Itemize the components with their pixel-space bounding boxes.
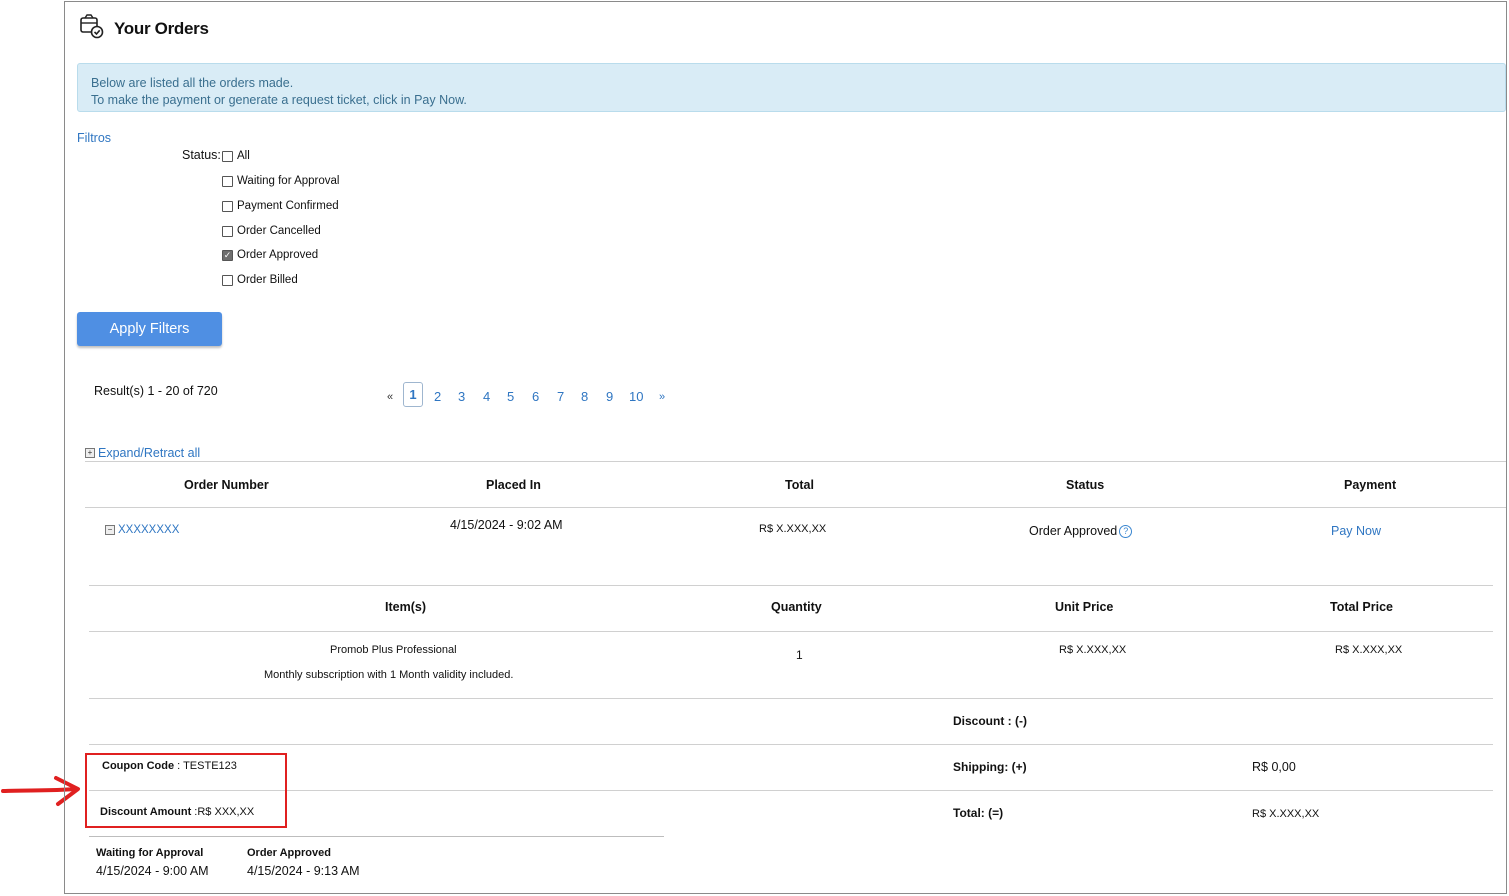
- pagination-next[interactable]: »: [659, 391, 665, 403]
- checkbox-waiting[interactable]: [222, 175, 233, 187]
- coupon-highlight-box: [85, 753, 287, 828]
- filter-option-waiting[interactable]: Waiting for Approval: [222, 175, 339, 187]
- pagination-page[interactable]: 3: [458, 389, 465, 404]
- help-icon[interactable]: ?: [1119, 525, 1133, 538]
- expand-retract-all[interactable]: + Expand/Retract all: [85, 446, 200, 460]
- column-header-payment: Payment: [1344, 478, 1397, 492]
- history-date: 4/15/2024 - 9:00 AM: [96, 864, 209, 878]
- table-divider: [89, 744, 1493, 745]
- order-row-toggle[interactable]: − XXXXXXXX: [105, 524, 179, 536]
- pagination-page-current[interactable]: 1: [403, 382, 423, 407]
- table-divider: [89, 585, 1493, 586]
- pagination-page[interactable]: 2: [434, 389, 441, 404]
- history-label: Order Approved: [247, 847, 331, 859]
- order-number-link[interactable]: XXXXXXXX: [118, 524, 179, 536]
- shipping-value: R$ 0,00: [1252, 760, 1296, 774]
- info-alert: Below are listed all the orders made. To…: [77, 63, 1506, 112]
- filter-option-approved[interactable]: ✓ Order Approved: [222, 249, 318, 261]
- filter-option-payment-confirmed[interactable]: Payment Confirmed: [222, 200, 339, 212]
- shipping-label: Shipping: (+): [953, 760, 1027, 774]
- checkbox-approved[interactable]: ✓: [222, 249, 233, 261]
- page-title: Your Orders: [114, 19, 209, 38]
- table-divider: [89, 631, 1493, 632]
- order-placed-in: 4/15/2024 - 9:02 AM: [450, 518, 563, 532]
- expand-retract-label: Expand/Retract all: [98, 446, 201, 460]
- filter-option-label: Waiting for Approval: [237, 175, 340, 187]
- total-value: R$ X.XXX,XX: [1252, 808, 1320, 820]
- history-label: Waiting for Approval: [96, 847, 204, 859]
- table-divider: [85, 507, 1506, 508]
- pagination-page[interactable]: 10: [629, 389, 643, 404]
- checkbox-cancelled[interactable]: [222, 225, 233, 237]
- checkbox-billed[interactable]: [222, 274, 233, 286]
- filter-option-label: Order Approved: [237, 249, 319, 261]
- column-header-placed-in: Placed In: [486, 478, 541, 492]
- column-header-status: Status: [1066, 478, 1105, 492]
- column-header-items: Item(s): [385, 600, 426, 614]
- table-divider: [89, 790, 1493, 791]
- column-header-unit-price: Unit Price: [1055, 600, 1114, 614]
- column-header-total-price: Total Price: [1330, 600, 1393, 614]
- collapse-minus-icon: −: [105, 525, 115, 535]
- pay-now-link[interactable]: Pay Now: [1331, 524, 1381, 538]
- history-divider: [89, 836, 664, 837]
- table-divider: [85, 461, 1506, 462]
- results-count: Result(s) 1 - 20 of 720: [94, 384, 218, 398]
- status-label: Status:: [182, 148, 221, 162]
- pagination-page[interactable]: 6: [532, 389, 539, 404]
- filter-option-label: Payment Confirmed: [237, 200, 339, 212]
- filter-option-label: Order Cancelled: [237, 225, 321, 237]
- info-line-1: Below are listed all the orders made.: [91, 76, 294, 90]
- order-total: R$ X.XXX,XX: [759, 523, 827, 535]
- item-unit-price: R$ X.XXX,XX: [1059, 644, 1127, 656]
- column-header-order-number: Order Number: [184, 478, 269, 492]
- apply-filters-button[interactable]: Apply Filters: [77, 312, 222, 346]
- column-header-quantity: Quantity: [771, 600, 822, 614]
- filter-option-billed[interactable]: Order Billed: [222, 274, 298, 286]
- filter-option-label: Order Billed: [237, 274, 298, 286]
- pagination-page[interactable]: 7: [557, 389, 564, 404]
- pagination-prev[interactable]: «: [387, 391, 393, 403]
- history-date: 4/15/2024 - 9:13 AM: [247, 864, 360, 878]
- checkbox-all[interactable]: [222, 150, 233, 162]
- item-quantity: 1: [796, 648, 803, 662]
- discount-label: Discount : (-): [953, 714, 1027, 728]
- pagination-page[interactable]: 8: [581, 389, 588, 404]
- filters-link[interactable]: Filtros: [77, 131, 111, 145]
- total-label: Total: (=): [953, 806, 1004, 820]
- item-description: Monthly subscription with 1 Month validi…: [264, 669, 514, 681]
- pagination-page[interactable]: 9: [606, 389, 613, 404]
- order-status-text: Order Approved: [1029, 524, 1118, 538]
- filter-option-all[interactable]: All: [222, 150, 250, 162]
- item-total-price: R$ X.XXX,XX: [1335, 644, 1403, 656]
- info-line-2: To make the payment or generate a reques…: [91, 93, 467, 107]
- orders-box-check-icon: [80, 14, 104, 39]
- checkbox-payment-confirmed[interactable]: [222, 200, 233, 212]
- expand-plus-icon: +: [85, 448, 95, 458]
- column-header-total: Total: [785, 478, 814, 492]
- pagination-page[interactable]: 4: [483, 389, 490, 404]
- pagination-page[interactable]: 5: [507, 389, 514, 404]
- table-divider: [89, 698, 1493, 699]
- filter-option-label: All: [237, 150, 250, 162]
- order-status: Order Approved?: [1029, 524, 1133, 538]
- item-name: Promob Plus Professional: [330, 644, 457, 656]
- filter-option-cancelled[interactable]: Order Cancelled: [222, 225, 321, 237]
